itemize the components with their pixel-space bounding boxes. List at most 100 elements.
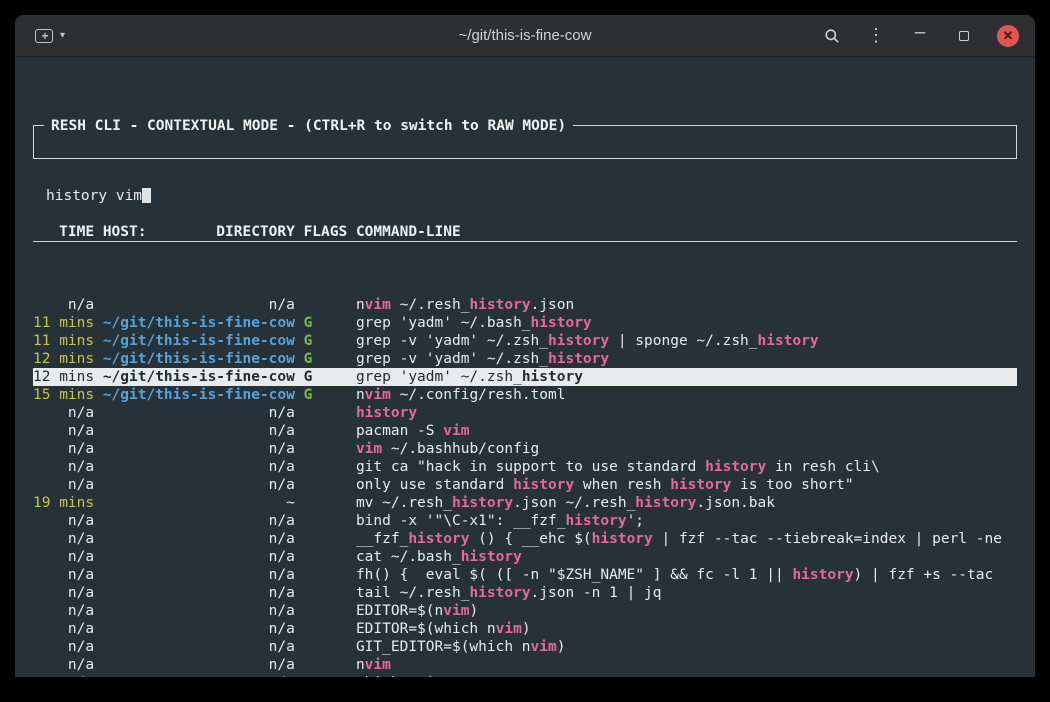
entry-command: bind -x '"\C-x1": __fzf_history';: [356, 512, 1017, 530]
history-row[interactable]: n/a n/a bind -x '"\C-x1": __fzf_history';: [33, 512, 1017, 530]
entry-time: n/a: [33, 638, 94, 656]
entry-time: 12 mins: [33, 368, 94, 386]
close-button[interactable]: ✕: [997, 25, 1019, 47]
entry-flags: [304, 422, 348, 440]
history-row[interactable]: n/an/a__fzf_history () { __ehc $(history…: [33, 530, 1017, 548]
entry-directory: n/a: [103, 296, 295, 314]
entry-time: n/a: [33, 404, 94, 422]
history-row[interactable]: n/an/apacman -S vim: [33, 422, 1017, 440]
history-row[interactable]: 12 mins ~/git/this-is-fine-cow Ggrep -v 'y…: [33, 350, 1017, 368]
history-table-body: n/an/anvim ~/.resh_history.json11 mins~/…: [33, 296, 1017, 677]
entry-time: n/a: [33, 476, 94, 494]
plus-glyph: +: [36, 27, 54, 45]
entry-flags: [304, 440, 348, 458]
history-row[interactable]: n/a n/a cat ~/.bash_history: [33, 548, 1017, 566]
entry-flags: [304, 674, 348, 677]
entry-flags: G: [304, 332, 348, 350]
entry-directory: n/a: [103, 584, 295, 602]
entry-flags: [304, 458, 348, 476]
entry-directory: ~/git/this-is-fine-cow: [103, 350, 295, 368]
entry-command: grep -v 'yadm' ~/.zsh_history: [356, 350, 1017, 368]
entry-time: n/a: [33, 584, 94, 602]
entry-directory: n/a: [103, 404, 295, 422]
history-row[interactable]: 15 mins~/git/this-is-fine-cowGnvim ~/.co…: [33, 386, 1017, 404]
entry-flags: [304, 296, 348, 314]
entry-command: grep -v 'yadm' ~/.zsh_history | sponge ~…: [356, 332, 1017, 350]
entry-time: n/a: [33, 296, 94, 314]
entry-flags: [304, 620, 348, 638]
entry-directory: ~/git/this-is-fine-cow: [103, 386, 295, 404]
history-row[interactable]: n/an/agit ca "hack in support to use sta…: [33, 458, 1017, 476]
history-row[interactable]: n/an/aEDITOR=$(nvim): [33, 602, 1017, 620]
entry-flags: [304, 638, 348, 656]
entry-directory: n/a: [103, 476, 295, 494]
history-row[interactable]: n/a n/a EDITOR=$(which nvim): [33, 620, 1017, 638]
history-row[interactable]: n/a n/a history: [33, 404, 1017, 422]
history-row[interactable]: 11 mins~/git/this-is-fine-cowGgrep -v 'y…: [33, 332, 1017, 350]
entry-directory: ~/git/this-is-fine-cow: [103, 332, 295, 350]
history-row[interactable]: n/an/avim ~/.bashhub/config: [33, 440, 1017, 458]
restore-button[interactable]: [953, 25, 975, 47]
entry-command: grep 'yadm' ~/.zsh_history: [356, 368, 1017, 386]
entry-command: EDITOR=$(which nvim): [356, 620, 1017, 638]
search-input[interactable]: history vim: [34, 180, 1016, 205]
entry-directory: ~: [103, 494, 295, 512]
entry-time: n/a: [33, 512, 94, 530]
minimize-button[interactable]: –: [909, 25, 931, 47]
terminal-window: + ▾ ~/git/this-is-fine-cow ⋮ – ✕ RESH CL…: [15, 15, 1035, 677]
entry-command: git ca "hack in support to use standard …: [356, 458, 1017, 476]
entry-flags: [304, 476, 348, 494]
search-query-text: history vim: [46, 188, 142, 204]
entry-directory: n/a: [103, 512, 295, 530]
entry-time: n/a: [33, 548, 94, 566]
entry-flags: [304, 548, 348, 566]
entry-directory: n/a: [103, 620, 295, 638]
history-row[interactable]: n/a n/a only use standard history when res…: [33, 476, 1017, 494]
new-tab-button[interactable]: + ▾: [29, 25, 71, 47]
entry-time: n/a: [33, 656, 94, 674]
history-row[interactable]: n/a n/a nvim: [33, 656, 1017, 674]
entry-command: cat ~/.bash_history: [356, 548, 1017, 566]
entry-directory: n/a: [103, 440, 295, 458]
entry-time: n/a: [33, 620, 94, 638]
terminal-content: RESH CLI - CONTEXTUAL MODE - (CTRL+R to …: [15, 57, 1035, 677]
entry-time: n/a: [33, 530, 94, 548]
text-cursor: [142, 188, 151, 203]
entry-command: grep 'yadm' ~/.bash_history: [356, 314, 1017, 332]
entry-time: n/a: [33, 602, 94, 620]
menu-kebab-icon[interactable]: ⋮: [865, 25, 887, 47]
entry-time: n/a: [33, 566, 94, 584]
entry-command: which nvim: [356, 674, 1017, 677]
entry-flags: [304, 530, 348, 548]
entry-directory: n/a: [103, 548, 295, 566]
entry-flags: [304, 656, 348, 674]
history-row[interactable]: 11 mins~/git/this-is-fine-cowGgrep 'yadm…: [33, 314, 1017, 332]
entry-directory: n/a: [103, 674, 295, 677]
entry-time: 12 mins: [33, 350, 94, 368]
entry-directory: ~/git/this-is-fine-cow: [103, 314, 295, 332]
entry-command: history: [356, 404, 1017, 422]
entry-time: 19 mins: [33, 494, 94, 512]
history-row[interactable]: 19 mins~mv ~/.resh_history.json ~/.resh_…: [33, 494, 1017, 512]
search-icon[interactable]: [821, 25, 843, 47]
titlebar[interactable]: + ▾ ~/git/this-is-fine-cow ⋮ – ✕: [15, 15, 1035, 57]
entry-flags: G: [304, 314, 348, 332]
entry-flags: G: [304, 350, 348, 368]
history-row-selected[interactable]: 12 mins~/git/this-is-fine-cowGgrep 'yadm…: [33, 368, 1017, 386]
new-tab-icon: +: [35, 29, 53, 43]
entry-flags: [304, 494, 348, 512]
entry-directory: n/a: [103, 638, 295, 656]
entry-flags: [304, 602, 348, 620]
history-row[interactable]: n/an/awhich nvim: [33, 674, 1017, 677]
entry-directory: n/a: [103, 530, 295, 548]
entry-command: nvim: [356, 656, 1017, 674]
entry-command: vim ~/.bashhub/config: [356, 440, 1017, 458]
history-row[interactable]: n/an/anvim ~/.resh_history.json: [33, 296, 1017, 314]
entry-command: only use standard history when resh hist…: [356, 476, 1017, 494]
entry-flags: G: [304, 368, 348, 386]
history-row[interactable]: n/an/aGIT_EDITOR=$(which nvim): [33, 638, 1017, 656]
entry-directory: n/a: [103, 566, 295, 584]
history-row[interactable]: n/an/afh() { eval $( ([ -n "$ZSH_NAME" ]…: [33, 566, 1017, 584]
entry-time: n/a: [33, 422, 94, 440]
history-row[interactable]: n/an/atail ~/.resh_history.json -n 1 | j…: [33, 584, 1017, 602]
